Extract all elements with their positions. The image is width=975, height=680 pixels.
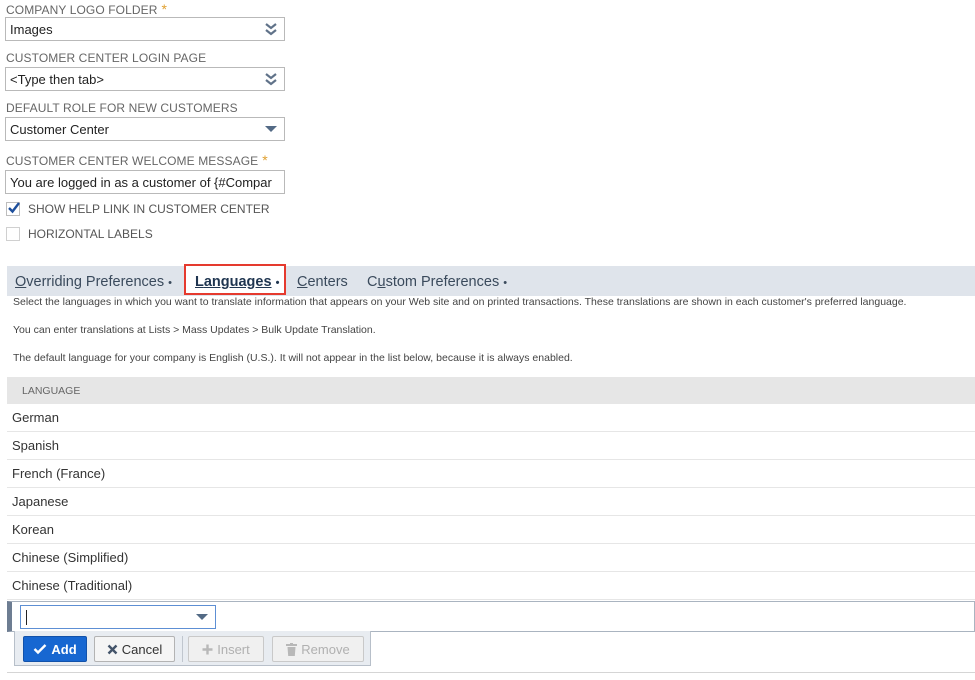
tab-centers[interactable]: Centers [297, 274, 348, 290]
divider [7, 672, 975, 673]
row-action-bar: Add Cancel Insert Remove [14, 631, 371, 666]
insert-button-label: Insert [217, 641, 250, 657]
button-separator [182, 636, 183, 662]
show-help-link-checkbox[interactable] [6, 202, 20, 216]
double-chevron-down-icon[interactable] [264, 71, 278, 87]
horizontal-labels-option[interactable]: HORIZONTAL LABELS [6, 227, 153, 241]
language-cell: Korean [12, 522, 54, 537]
table-row[interactable]: Spanish [7, 432, 975, 460]
tab-custom-preferences[interactable]: Custom Preferences • [367, 274, 507, 290]
login-page-value: <Type then tab> [10, 72, 104, 87]
dropdown-arrow-icon[interactable] [195, 611, 209, 623]
tab-overriding-preferences[interactable]: Overriding Preferences • [15, 274, 172, 290]
table-row[interactable]: Chinese (Simplified) [7, 544, 975, 572]
language-cell: German [12, 410, 59, 425]
remove-button[interactable]: Remove [272, 636, 364, 662]
table-row[interactable]: Chinese (Traditional) [7, 572, 975, 600]
logo-folder-field[interactable]: Images [5, 17, 285, 41]
text-cursor [26, 610, 27, 625]
language-cell: Spanish [12, 438, 59, 453]
checkmark-icon [8, 202, 20, 214]
plus-icon [202, 644, 213, 654]
default-role-select[interactable]: Customer Center [5, 117, 285, 141]
required-marker: * [262, 152, 268, 168]
horizontal-labels-checkbox[interactable] [6, 227, 20, 241]
checkmark-icon [34, 644, 47, 655]
new-language-row[interactable] [7, 601, 975, 632]
languages-description: Select the languages in which you want t… [13, 296, 907, 308]
show-help-link-label: SHOW HELP LINK IN CUSTOMER CENTER [28, 202, 270, 216]
logo-folder-value: Images [10, 22, 53, 37]
table-row[interactable]: French (France) [7, 460, 975, 488]
translation-hint: You can enter translations at Lists > Ma… [13, 324, 376, 336]
table-row[interactable]: Japanese [7, 488, 975, 516]
table-row[interactable]: Korean [7, 516, 975, 544]
add-button-label: Add [51, 641, 77, 657]
language-cell: Chinese (Simplified) [12, 550, 129, 565]
add-button[interactable]: Add [23, 636, 87, 662]
default-language-note: The default language for your company is… [13, 352, 573, 364]
double-chevron-down-icon[interactable] [264, 21, 278, 37]
tab-languages[interactable]: Languages • [195, 274, 279, 290]
login-page-field[interactable]: <Type then tab> [5, 67, 285, 91]
logo-folder-label: COMPANY LOGO FOLDER * [6, 1, 168, 17]
language-cell: French (France) [12, 466, 106, 481]
default-role-label: DEFAULT ROLE FOR NEW CUSTOMERS [6, 101, 238, 115]
required-marker: * [161, 1, 168, 17]
language-column-header: LANGUAGE [7, 377, 975, 404]
table-row[interactable]: German [7, 404, 975, 432]
language-cell: Chinese (Traditional) [12, 578, 133, 593]
language-cell: Japanese [12, 494, 69, 509]
insert-button[interactable]: Insert [188, 636, 264, 662]
close-icon [107, 644, 118, 654]
welcome-message-input[interactable]: You are logged in as a customer of {#Com… [5, 170, 285, 194]
default-role-value: Customer Center [10, 122, 109, 137]
language-select[interactable] [20, 605, 216, 629]
welcome-message-label: CUSTOMER CENTER WELCOME MESSAGE * [6, 152, 268, 168]
trash-icon [286, 642, 298, 656]
login-page-label: CUSTOMER CENTER LOGIN PAGE [6, 51, 207, 65]
dropdown-arrow-icon[interactable] [264, 121, 278, 137]
welcome-message-value: You are logged in as a customer of {#Com… [10, 175, 272, 190]
remove-button-label: Remove [301, 641, 350, 657]
cancel-button-label: Cancel [121, 641, 163, 657]
horizontal-labels-label: HORIZONTAL LABELS [28, 227, 153, 241]
show-help-link-option[interactable]: SHOW HELP LINK IN CUSTOMER CENTER [6, 202, 270, 216]
cancel-button[interactable]: Cancel [94, 636, 175, 662]
